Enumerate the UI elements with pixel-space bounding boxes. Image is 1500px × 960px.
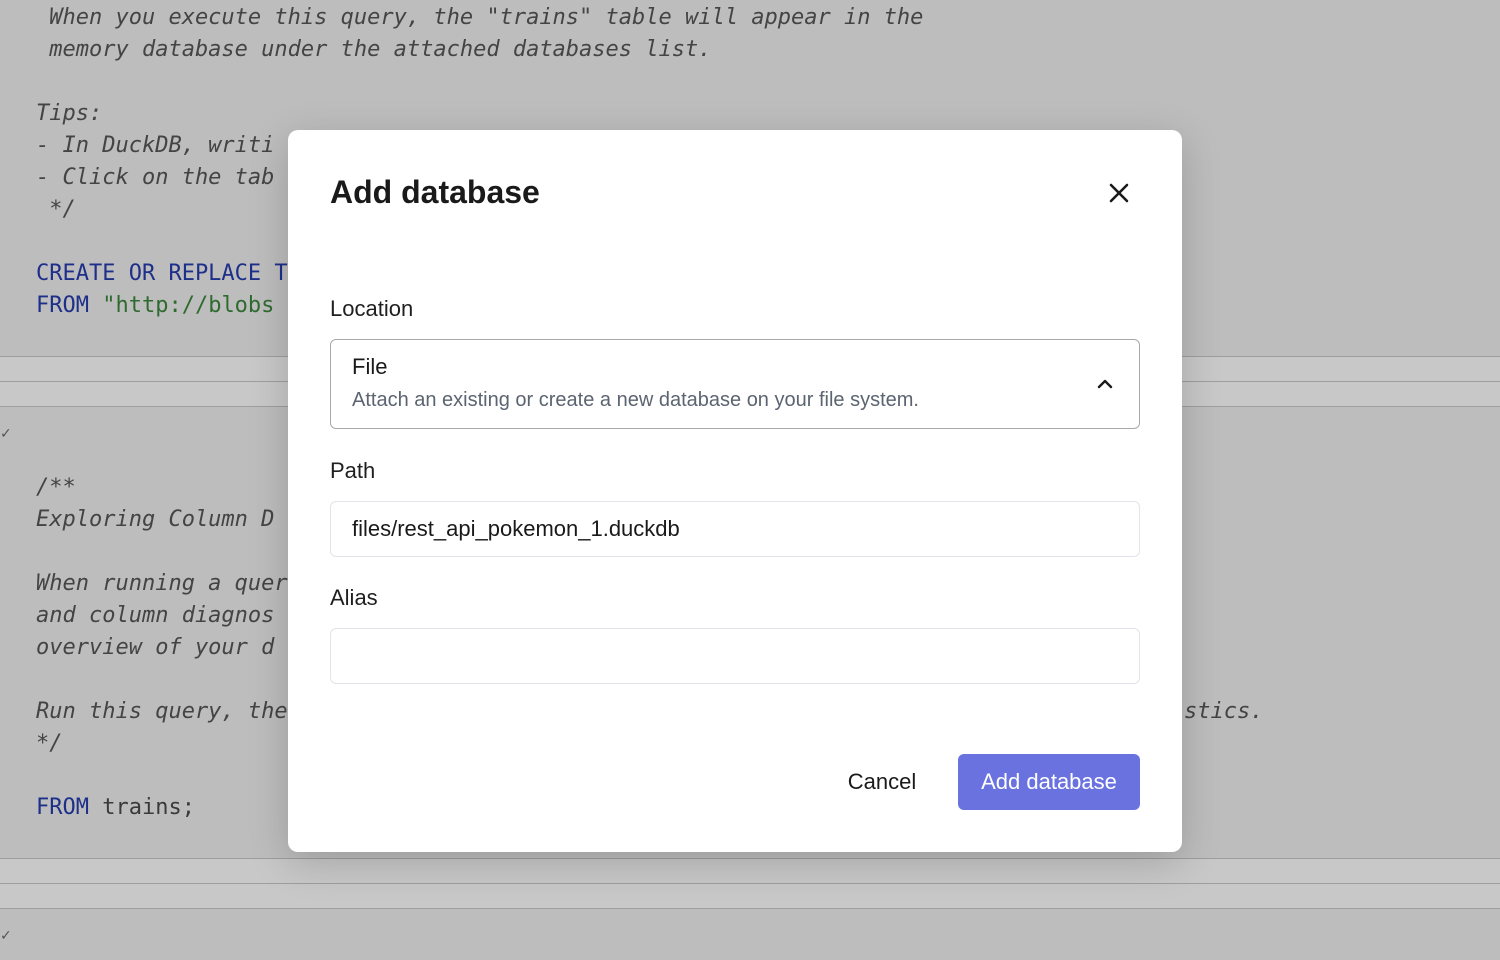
code-line: Exploring Column D [36, 507, 275, 532]
code-line: FROM "http://blobs [36, 290, 274, 322]
code-line: When running a quer [36, 571, 288, 596]
code-line: and column diagnos [36, 603, 275, 628]
sql-string: "http://blobs [102, 293, 275, 318]
check-icon: ✓ [0, 928, 12, 944]
code-line: stics. [1184, 699, 1264, 724]
location-option-description: Attach an existing or create a new datab… [352, 389, 919, 411]
sql-keyword: FROM [36, 795, 89, 820]
add-database-button[interactable]: Add database [958, 754, 1140, 810]
alias-input[interactable] [330, 628, 1140, 684]
location-label: Location [330, 296, 414, 321]
add-database-dialog: Add database Location File Attach an exi… [288, 130, 1182, 852]
close-button[interactable] [1106, 180, 1132, 206]
code-line: /** [36, 475, 76, 500]
code-line: Tips: [36, 101, 103, 126]
code-line: overview of your d [36, 635, 275, 660]
sql-keyword: FROM [36, 293, 89, 318]
close-icon [1109, 183, 1129, 203]
path-input[interactable] [330, 501, 1140, 557]
location-select[interactable]: File Attach an existing or create a new … [330, 339, 1140, 429]
chevron-up-icon [1097, 379, 1113, 389]
code-line: When you execute this query, the "trains… [36, 5, 924, 30]
code-line: - Click on the tab [36, 165, 275, 190]
dialog-title: Add database [330, 174, 540, 210]
cell-separator-band [0, 859, 1500, 883]
code-line: - In DuckDB, writi [36, 133, 275, 158]
alias-label: Alias [330, 585, 378, 610]
code-line: */ [36, 731, 63, 756]
path-label: Path [330, 458, 376, 483]
code-line: */ [36, 197, 76, 222]
cell-separator-band [0, 884, 1500, 908]
check-icon: ✓ [0, 426, 12, 442]
sql-identifier: trains; [88, 795, 195, 820]
code-line: Run this query, the [36, 699, 288, 724]
cell-divider [0, 908, 1500, 909]
location-option-title: File [352, 354, 388, 379]
cancel-button[interactable]: Cancel [828, 754, 936, 810]
code-line: memory database under the attached datab… [36, 37, 712, 62]
code-line: FROM trains; [36, 792, 195, 824]
code-line: CREATE OR REPLACE T [36, 261, 288, 286]
